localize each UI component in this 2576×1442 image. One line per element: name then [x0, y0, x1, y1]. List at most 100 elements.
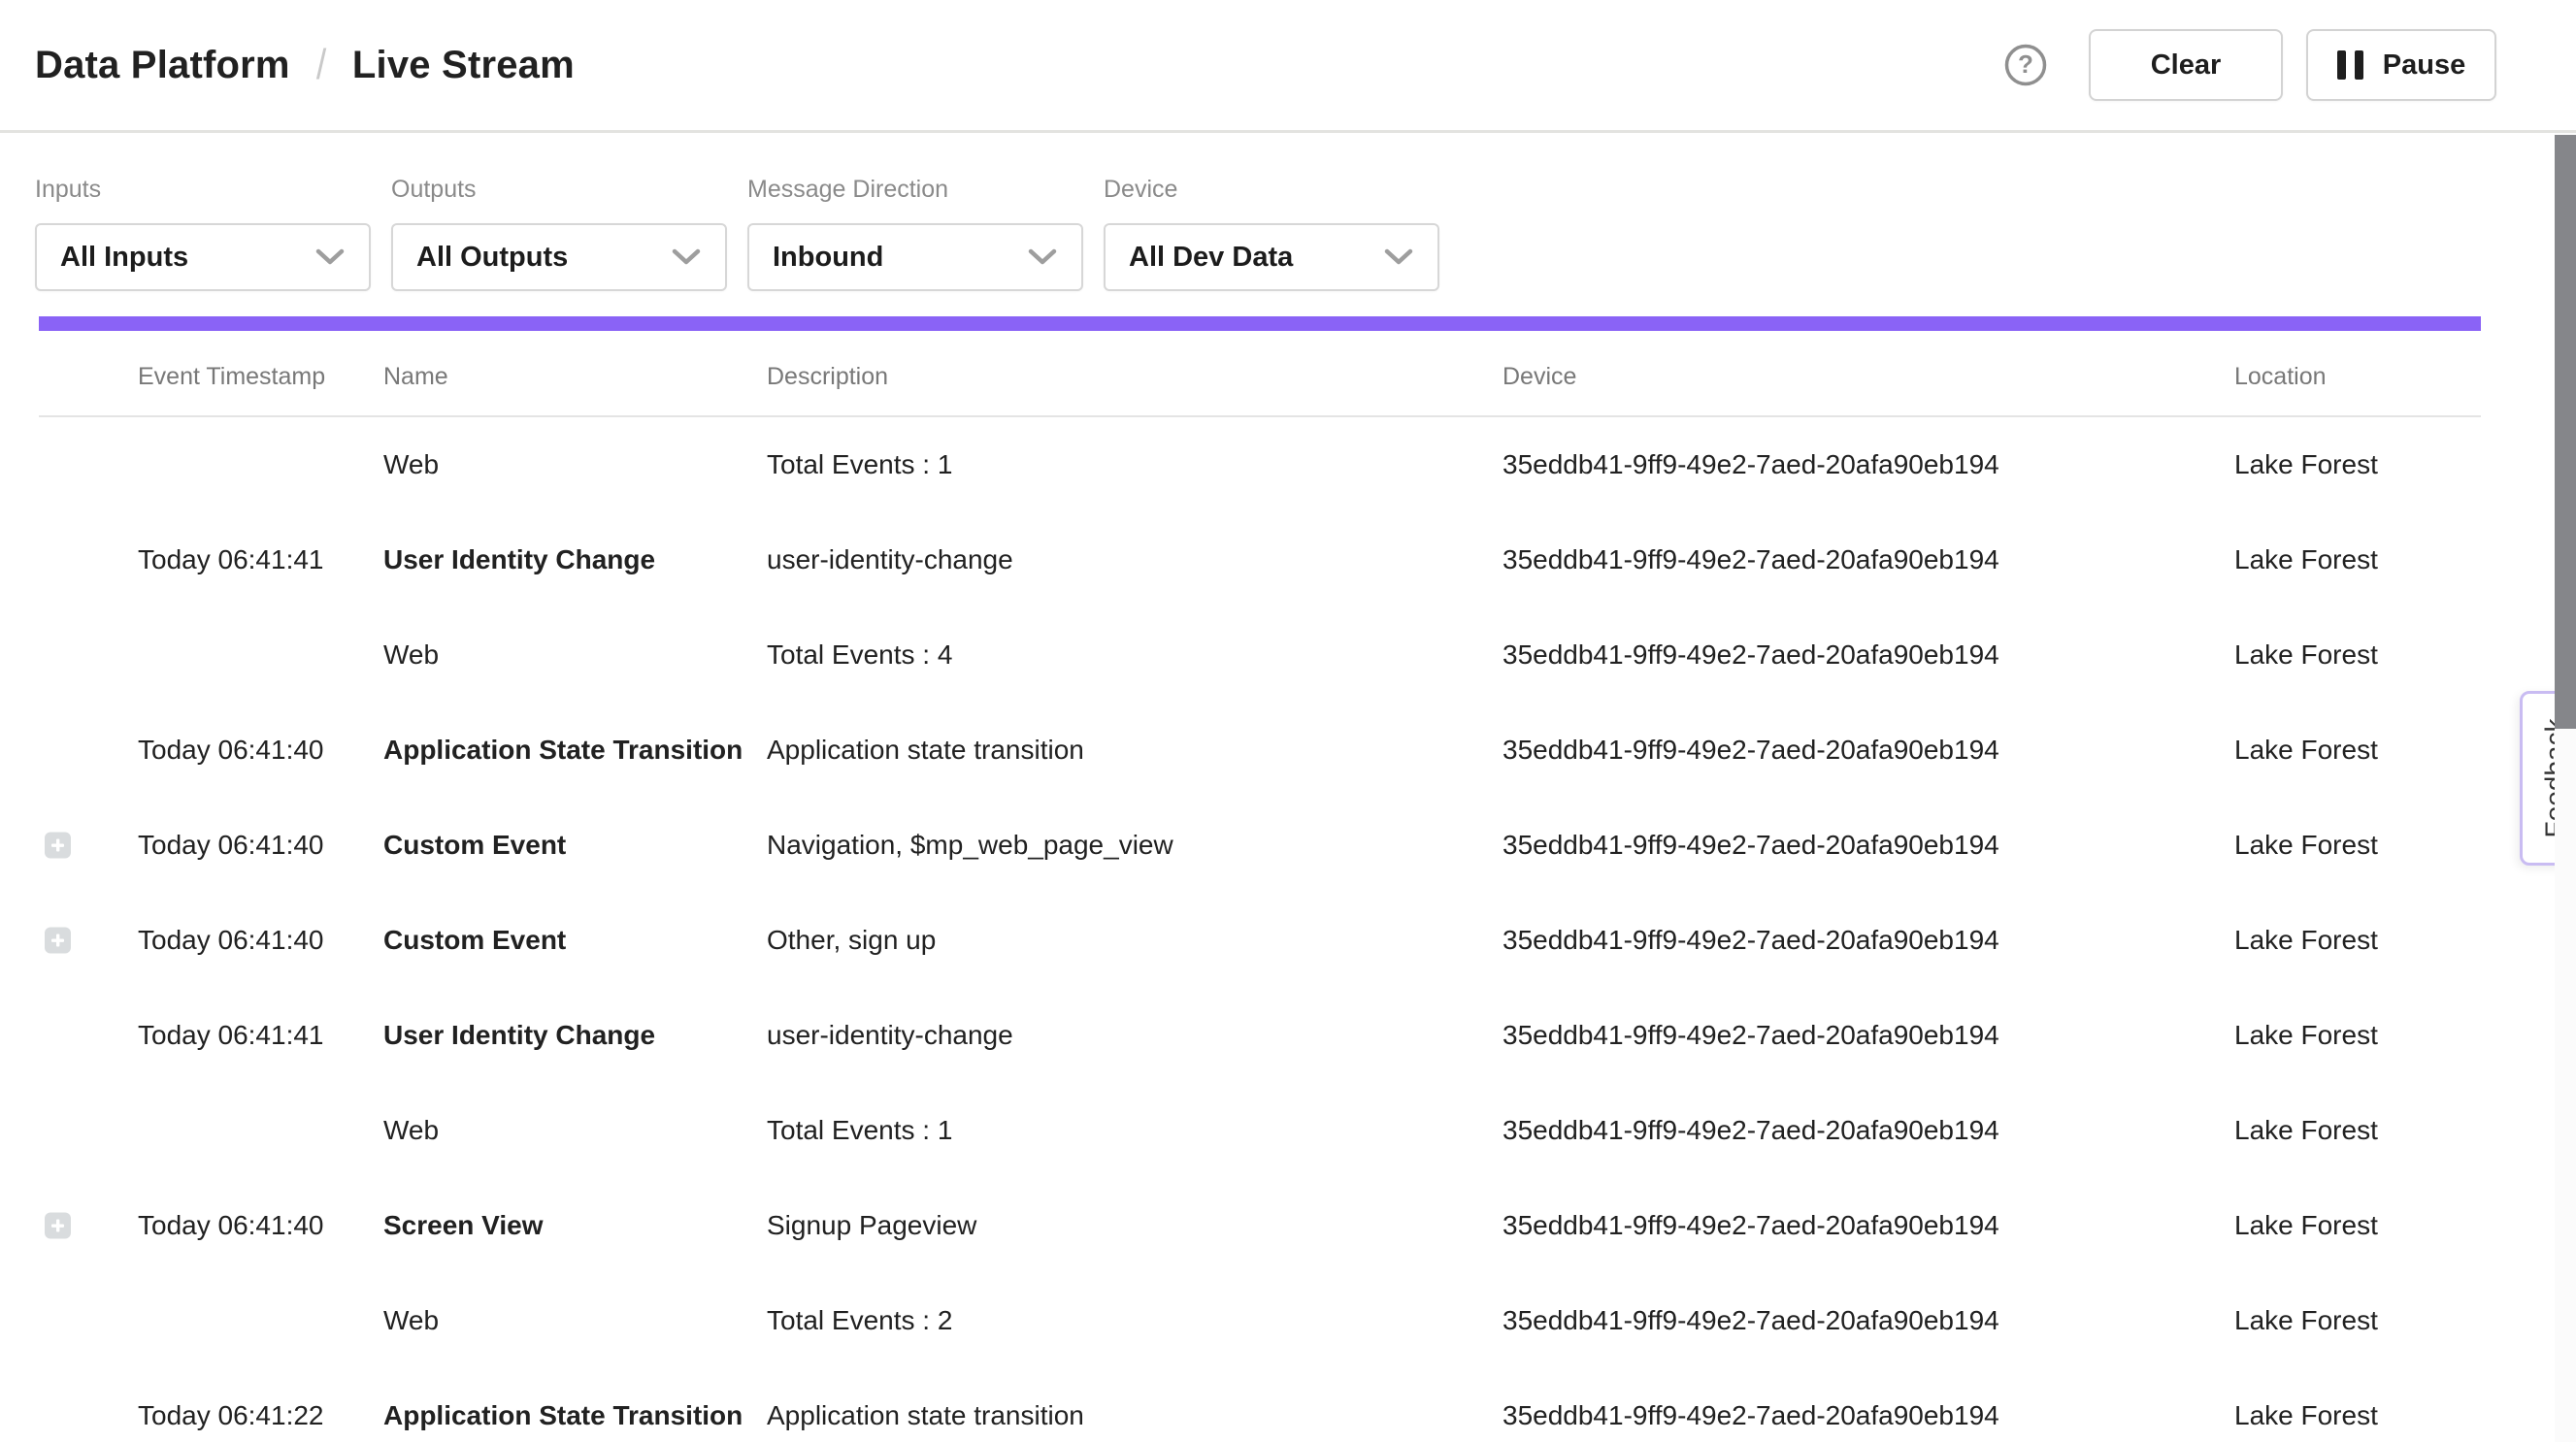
device-select[interactable]: All Dev Data	[1104, 223, 1439, 291]
event-description: Other, sign up	[767, 925, 936, 956]
col-header-name: Name	[383, 363, 448, 391]
pause-button[interactable]: Pause	[2306, 29, 2496, 101]
live-stream-page: Data Platform / Live Stream ? Clear Paus…	[0, 0, 2576, 1442]
plus-square-icon[interactable]	[45, 833, 71, 859]
event-timestamp: Today 06:41:22	[138, 1400, 324, 1431]
top-bar: Data Platform / Live Stream ? Clear Paus…	[0, 0, 2576, 130]
table-row: Today 06:41:40 Custom Event Navigation, …	[0, 798, 2576, 893]
event-device: 35eddb41-9ff9-49e2-7aed-20afa90eb194	[1503, 1305, 1999, 1336]
outputs-select[interactable]: All Outputs	[391, 223, 727, 291]
event-name: Web	[383, 639, 439, 671]
event-description: Total Events : 1	[767, 449, 952, 480]
event-description: user-identity-change	[767, 1020, 1013, 1051]
accent-bar	[39, 316, 2481, 331]
top-bar-actions: ? Clear Pause	[2003, 0, 2496, 130]
chevron-down-icon	[671, 247, 702, 267]
table-row: Web Total Events : 4 35eddb41-9ff9-49e2-…	[0, 607, 2576, 703]
table-row: Today 06:41:40 Application State Transit…	[0, 703, 2576, 798]
event-location: Lake Forest	[2234, 1305, 2378, 1336]
table-row: Today 06:41:40 Custom Event Other, sign …	[0, 893, 2576, 988]
event-location: Lake Forest	[2234, 1115, 2378, 1146]
event-location: Lake Forest	[2234, 449, 2378, 480]
scrollbar-thumb[interactable]	[2555, 135, 2576, 729]
event-location: Lake Forest	[2234, 830, 2378, 861]
event-timestamp: Today 06:41:41	[138, 1020, 324, 1051]
col-header-device: Device	[1503, 363, 1576, 391]
event-description: Total Events : 1	[767, 1115, 952, 1146]
event-name: Web	[383, 1115, 439, 1146]
col-header-event-timestamp: Event Timestamp	[138, 363, 325, 391]
event-timestamp: Today 06:41:40	[138, 830, 324, 861]
message-direction-select[interactable]: Inbound	[747, 223, 1083, 291]
event-location: Lake Forest	[2234, 639, 2378, 671]
plus-square-icon[interactable]	[45, 928, 71, 954]
event-name: Web	[383, 449, 439, 480]
event-timestamp: Today 06:41:41	[138, 544, 324, 575]
filter-device: Device All Dev Data	[1104, 133, 1439, 291]
filter-outputs-label: Outputs	[391, 176, 727, 204]
event-device: 35eddb41-9ff9-49e2-7aed-20afa90eb194	[1503, 1020, 1999, 1051]
event-name: Custom Event	[383, 925, 566, 956]
event-name: Application State Transition	[383, 735, 743, 766]
event-device: 35eddb41-9ff9-49e2-7aed-20afa90eb194	[1503, 830, 1999, 861]
table-header: Event Timestamp Name Description Device …	[0, 349, 2576, 413]
filter-bar: Inputs All Inputs Outputs All Outputs Me…	[35, 133, 1439, 291]
event-description: Total Events : 4	[767, 639, 952, 671]
event-location: Lake Forest	[2234, 1210, 2378, 1241]
event-name: Application State Transition	[383, 1400, 743, 1431]
svg-text:?: ?	[2018, 49, 2033, 79]
chevron-down-icon	[1383, 247, 1414, 267]
event-name: User Identity Change	[383, 544, 655, 575]
event-device: 35eddb41-9ff9-49e2-7aed-20afa90eb194	[1503, 1210, 1999, 1241]
breadcrumb: Data Platform / Live Stream	[35, 0, 575, 130]
event-location: Lake Forest	[2234, 925, 2378, 956]
filter-inputs: Inputs All Inputs	[35, 133, 371, 291]
table-row: Today 06:41:41 User Identity Change user…	[0, 512, 2576, 607]
chevron-down-icon	[1027, 247, 1058, 267]
event-device: 35eddb41-9ff9-49e2-7aed-20afa90eb194	[1503, 925, 1999, 956]
table-row: Web Total Events : 1 35eddb41-9ff9-49e2-…	[0, 417, 2576, 512]
event-device: 35eddb41-9ff9-49e2-7aed-20afa90eb194	[1503, 449, 1999, 480]
filter-message-direction: Message Direction Inbound	[747, 133, 1083, 291]
event-name: Web	[383, 1305, 439, 1336]
col-header-location: Location	[2234, 363, 2327, 391]
outputs-select-value: All Outputs	[416, 242, 671, 274]
help-circle-icon[interactable]: ?	[2003, 43, 2048, 87]
message-direction-select-value: Inbound	[773, 242, 1027, 274]
event-location: Lake Forest	[2234, 1400, 2378, 1431]
table-row: Today 06:41:22 Application State Transit…	[0, 1368, 2576, 1442]
event-description: user-identity-change	[767, 544, 1013, 575]
event-description: Application state transition	[767, 735, 1084, 766]
clear-button[interactable]: Clear	[2089, 29, 2283, 101]
event-location: Lake Forest	[2234, 735, 2378, 766]
table-row: Web Total Events : 1 35eddb41-9ff9-49e2-…	[0, 1083, 2576, 1178]
pause-icon	[2337, 50, 2363, 80]
event-device: 35eddb41-9ff9-49e2-7aed-20afa90eb194	[1503, 735, 1999, 766]
event-description: Total Events : 2	[767, 1305, 952, 1336]
event-table-body: Web Total Events : 1 35eddb41-9ff9-49e2-…	[0, 417, 2576, 1442]
clear-button-label: Clear	[2151, 49, 2222, 82]
event-device: 35eddb41-9ff9-49e2-7aed-20afa90eb194	[1503, 1115, 1999, 1146]
event-device: 35eddb41-9ff9-49e2-7aed-20afa90eb194	[1503, 544, 1999, 575]
breadcrumb-parent[interactable]: Data Platform	[35, 44, 290, 87]
event-location: Lake Forest	[2234, 1020, 2378, 1051]
pause-button-label: Pause	[2383, 49, 2465, 82]
plus-square-icon[interactable]	[45, 1213, 71, 1239]
event-device: 35eddb41-9ff9-49e2-7aed-20afa90eb194	[1503, 639, 1999, 671]
inputs-select[interactable]: All Inputs	[35, 223, 371, 291]
event-location: Lake Forest	[2234, 544, 2378, 575]
event-device: 35eddb41-9ff9-49e2-7aed-20afa90eb194	[1503, 1400, 1999, 1431]
filter-device-label: Device	[1104, 176, 1439, 204]
table-row: Web Total Events : 2 35eddb41-9ff9-49e2-…	[0, 1273, 2576, 1368]
event-description: Navigation, $mp_web_page_view	[767, 830, 1173, 861]
event-timestamp: Today 06:41:40	[138, 925, 324, 956]
event-timestamp: Today 06:41:40	[138, 735, 324, 766]
filter-inputs-label: Inputs	[35, 176, 371, 204]
filter-outputs: Outputs All Outputs	[391, 133, 727, 291]
device-select-value: All Dev Data	[1129, 242, 1383, 274]
event-name: Custom Event	[383, 830, 566, 861]
table-row: Today 06:41:40 Screen View Signup Pagevi…	[0, 1178, 2576, 1273]
event-timestamp: Today 06:41:40	[138, 1210, 324, 1241]
event-name: User Identity Change	[383, 1020, 655, 1051]
event-description: Application state transition	[767, 1400, 1084, 1431]
